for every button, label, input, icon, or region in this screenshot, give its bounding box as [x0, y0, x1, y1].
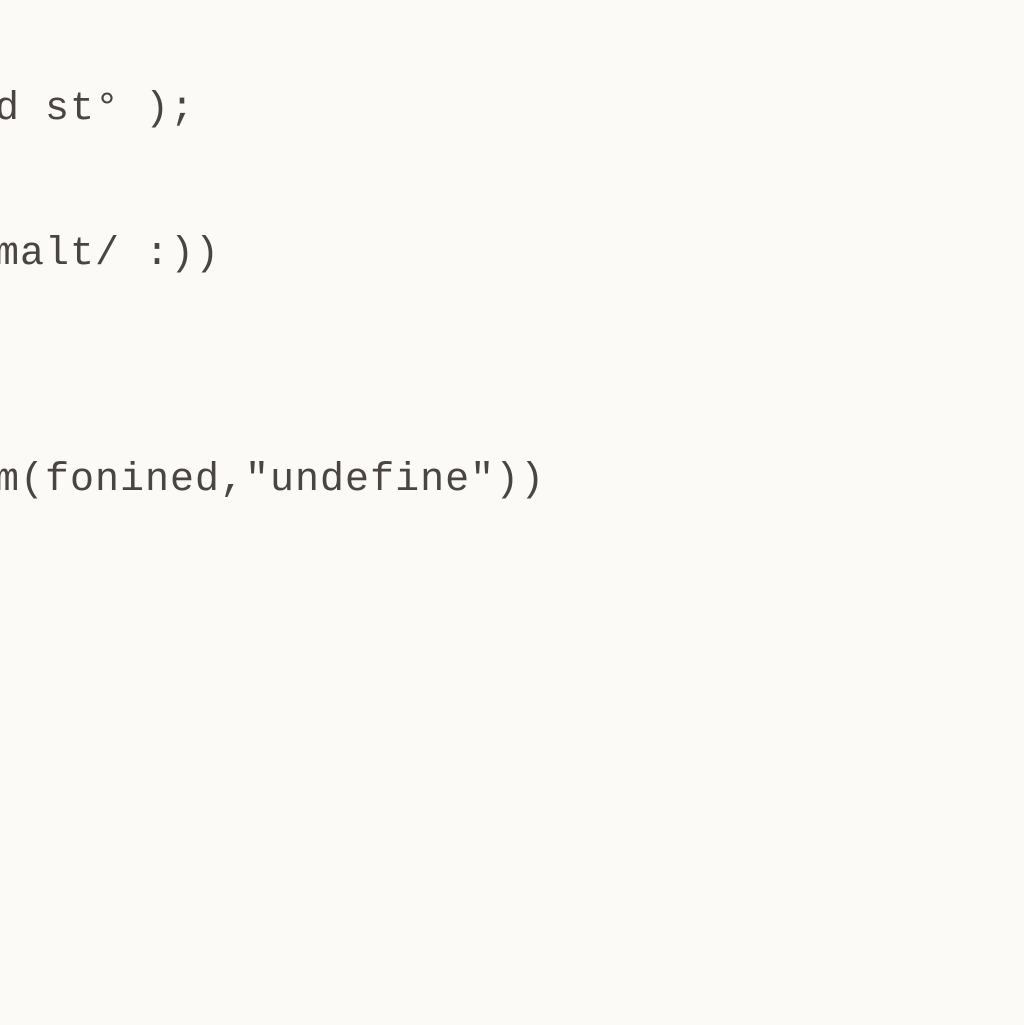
code-line-3: cm(fonined,"undefine"))	[0, 458, 545, 503]
code-line-2: omalt/ :))	[0, 232, 220, 277]
code-line-1: ud st° );	[0, 87, 195, 132]
